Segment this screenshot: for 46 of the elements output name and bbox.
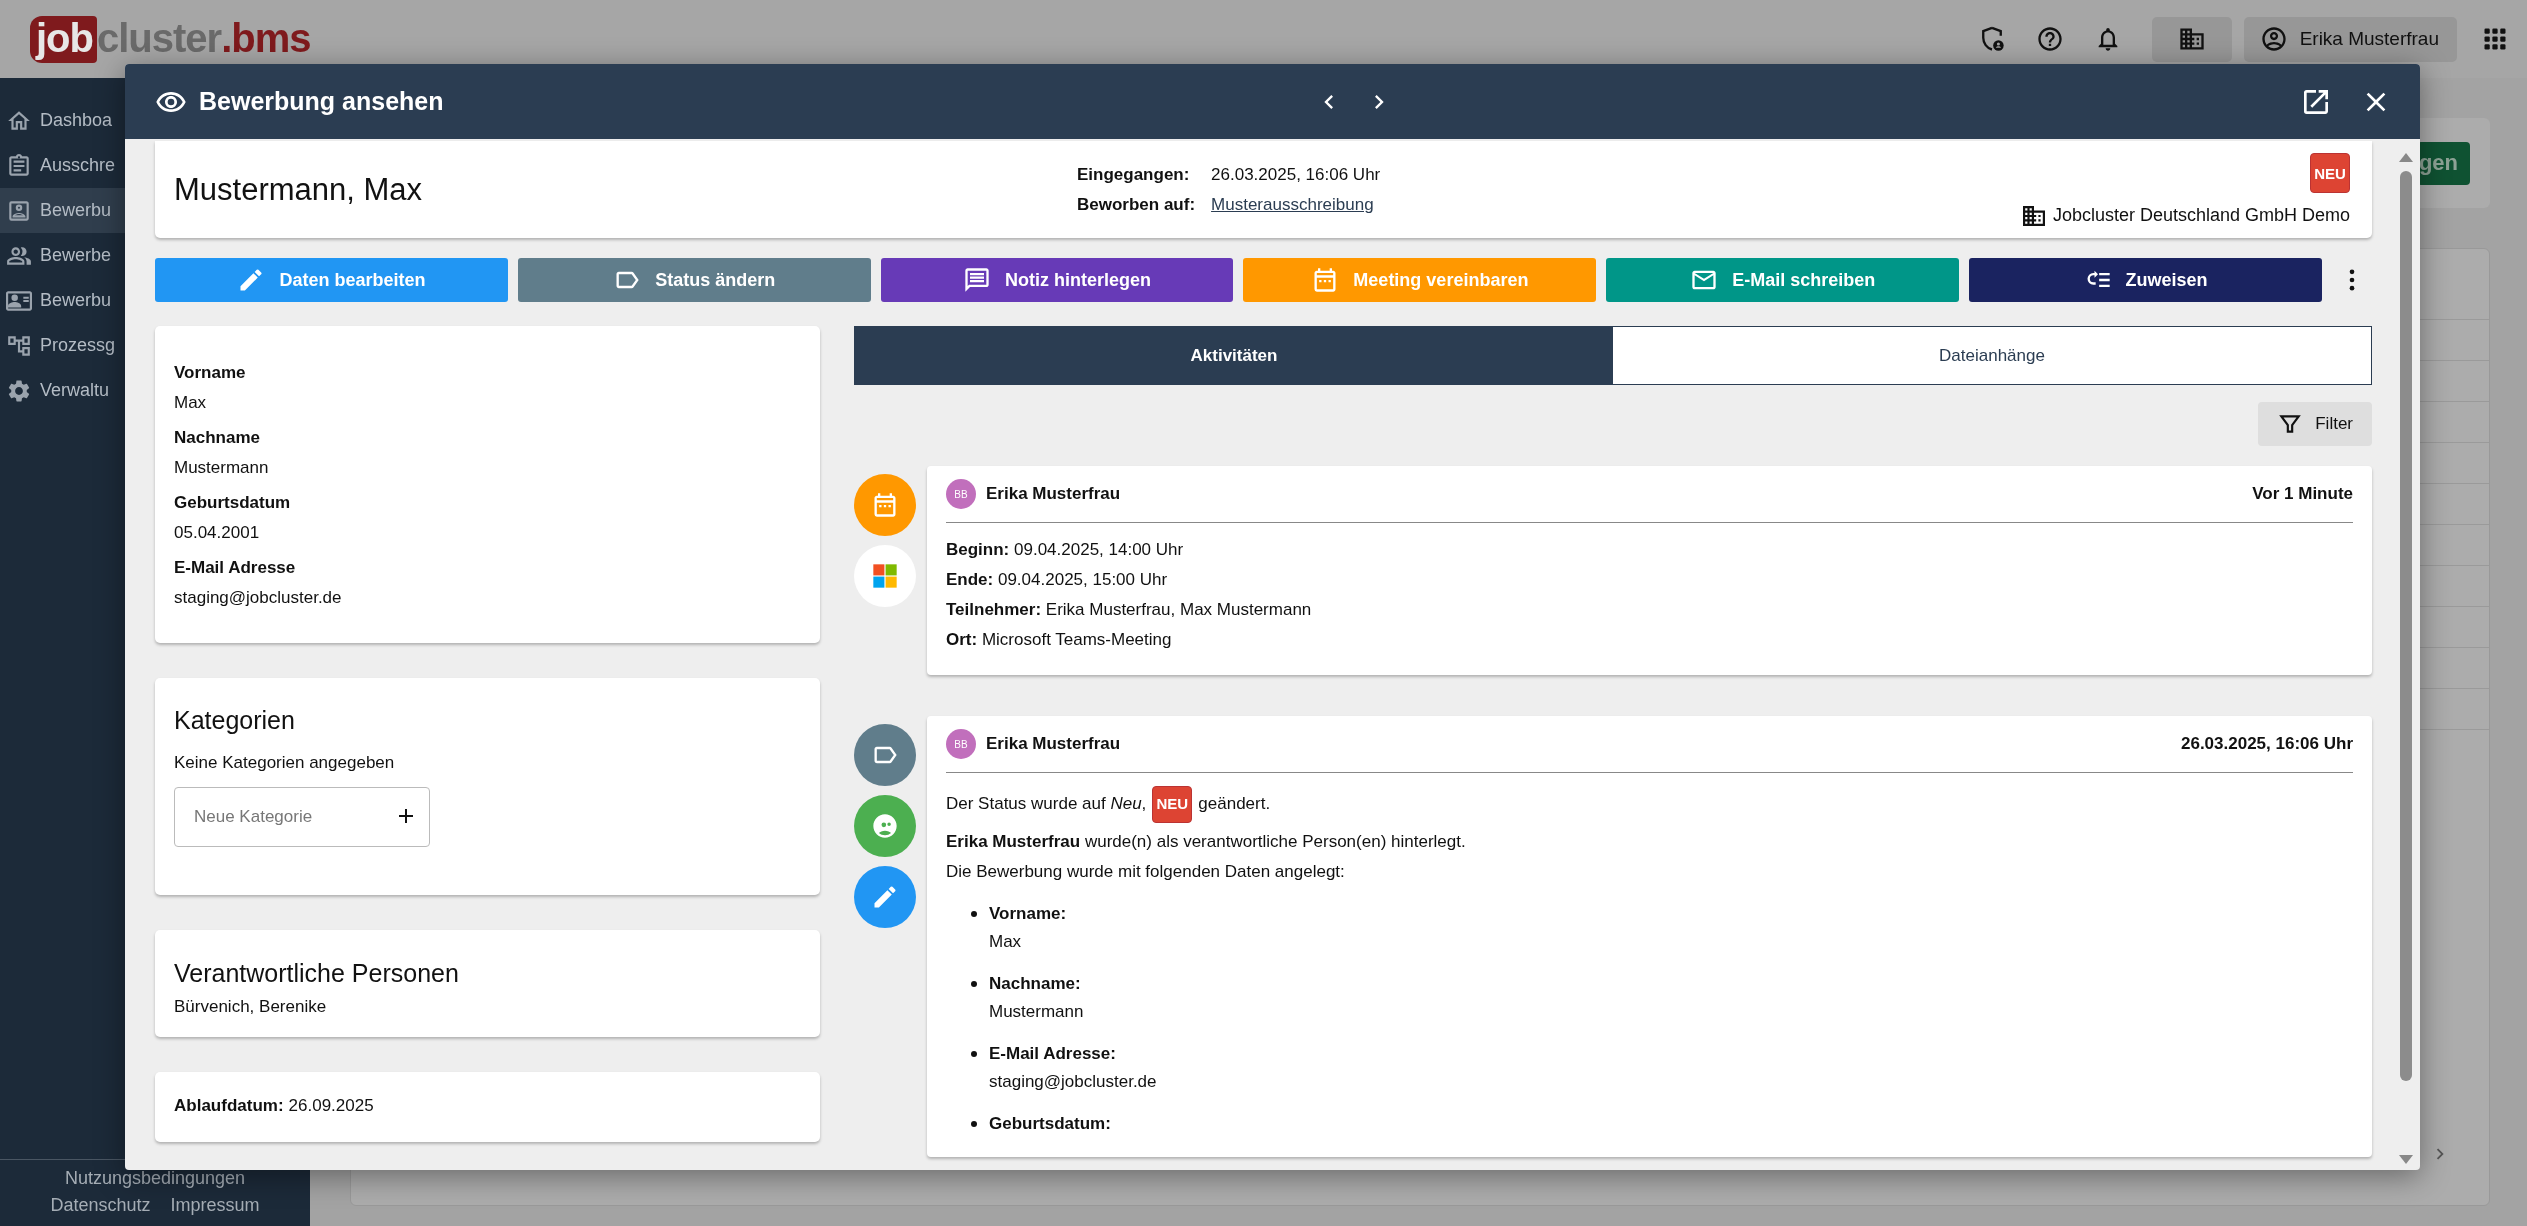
list-label: Geburtsdatum: — [989, 1113, 1111, 1135]
logo-text: job — [30, 15, 97, 63]
activity-text: Die Bewerbung wurde mit folgenden Daten angelegt: — [946, 861, 1346, 883]
activity-text: geändert. — [1198, 793, 1271, 815]
meta-value: 26.03.2025, 16:06 Uhr — [1211, 164, 1381, 185]
field-label: Vorname — [174, 363, 247, 383]
activity-text: Erika Musterfrau wurde(n) als verantwortliche Person(en) hinterlegt. — [946, 831, 1467, 853]
avatar-initials: BB — [946, 479, 976, 509]
card-title: Kategorien — [174, 706, 296, 735]
dialog-title: Bewerbung ansehen — [199, 87, 444, 116]
activity-text: Beginn: 09.04.2025, 14:00 Uhr — [946, 539, 1185, 561]
applicant-name: Mustermann, Max — [174, 171, 424, 208]
card-title: Verantwortliche Personen — [174, 959, 460, 988]
activity-text: Der Status wurde auf Neu, — [946, 793, 1147, 815]
status-badge: NEU — [1152, 785, 1193, 823]
meta-label: Eingegangen: — [1077, 164, 1191, 185]
expiry-date: 26.09.2025 — [288, 1096, 374, 1115]
list-value: Mustermann — [989, 1001, 1084, 1023]
field-value: staging@jobcluster.de — [174, 588, 343, 608]
activity-text: Ort: Microsoft Teams-Meeting — [946, 629, 1173, 651]
field-label: Geburtsdatum — [174, 493, 292, 513]
list-label: E-Mail Adresse: — [989, 1043, 1117, 1065]
field-value: 05.04.2001 — [174, 523, 261, 543]
activity-time: 26.03.2025, 16:06 Uhr — [2181, 734, 2353, 754]
activity-text: Ende: 09.04.2025, 15:00 Uhr — [946, 569, 1169, 591]
activity-author: Erika Musterfrau — [986, 484, 1121, 504]
expiry-label: Ablaufdatum: — [174, 1096, 284, 1115]
activity-author: Erika Musterfrau — [986, 734, 1121, 754]
avatar-initials: BB — [946, 729, 976, 759]
list-label: Nachname: — [989, 973, 1082, 995]
list-label: Vorname: — [989, 903, 1067, 925]
logo-text: .bms — [221, 15, 311, 61]
status-badge: NEU — [2310, 153, 2350, 193]
empty-text: Keine Kategorien angegeben — [174, 753, 396, 773]
activity-time: Vor 1 Minute — [2252, 484, 2353, 504]
field-value: Max — [174, 393, 208, 413]
list-value: staging@jobcluster.de — [989, 1071, 1157, 1093]
logo-text: cluster — [97, 15, 222, 61]
activity-text: Teilnehmer: Erika Musterfrau, Max Mustermann — [946, 599, 1313, 621]
field-label: E-Mail Adresse — [174, 558, 297, 578]
list-value: Max — [989, 931, 1023, 953]
meta-label: Beworben auf: — [1077, 194, 1196, 215]
field-value: Mustermann — [174, 458, 270, 478]
responsible-person: Bürvenich, Berenike — [174, 997, 328, 1017]
company-name: Jobcluster Deutschland GmbH Demo — [2052, 205, 2350, 226]
field-label: Nachname — [174, 428, 261, 448]
